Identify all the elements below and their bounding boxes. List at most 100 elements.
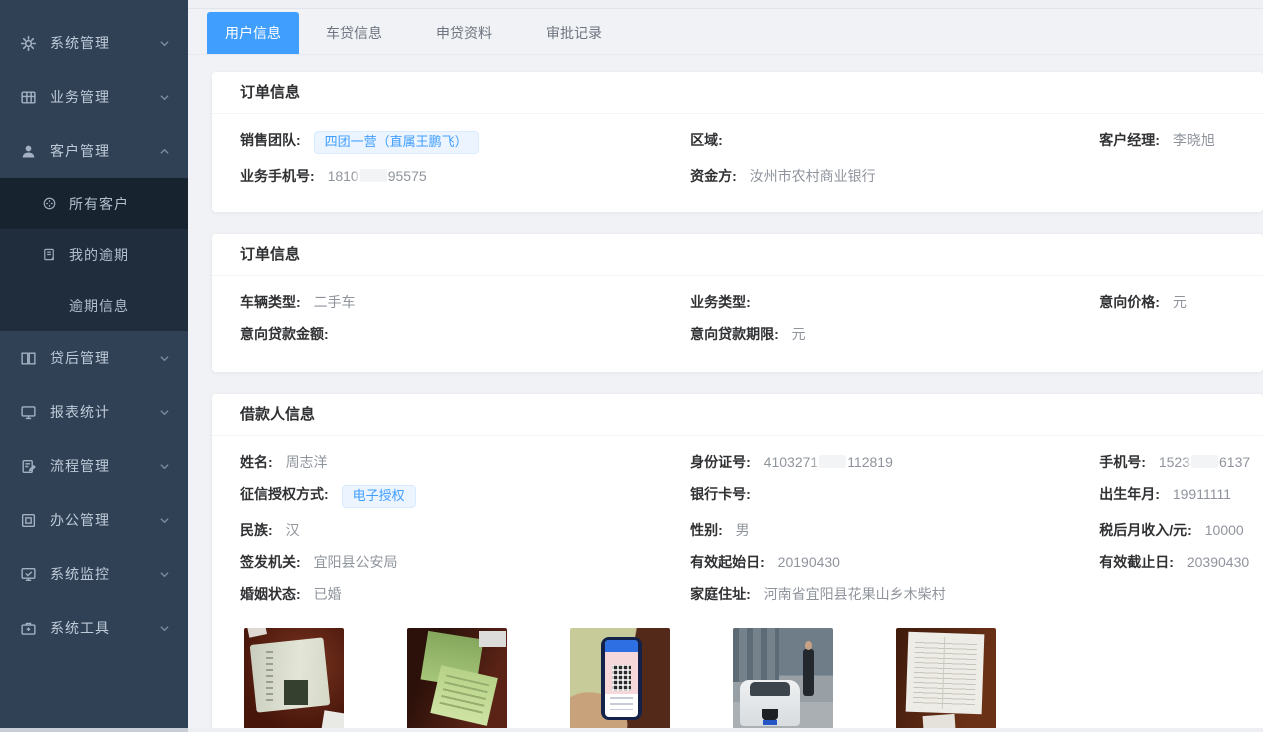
sidebar-item-label: 系统管理 xyxy=(50,33,159,53)
photo-phone-qr-code[interactable] xyxy=(570,628,670,731)
chevron-down-icon xyxy=(159,353,170,364)
chevron-down-icon xyxy=(159,623,170,634)
tab-loan-application-docs[interactable]: 申贷资料 xyxy=(409,12,519,54)
chevron-down-icon xyxy=(159,515,170,526)
field-valid-to: 有效截止日: 20390430 xyxy=(1099,546,1263,578)
field-label: 性别: xyxy=(690,522,723,538)
sidebar-item-label: 我的逾期 xyxy=(69,245,129,265)
field-label: 出生年月: xyxy=(1099,486,1160,502)
field-fund-provider: 资金方: 汝州市农村商业银行 xyxy=(690,160,1099,192)
clipboard-icon xyxy=(20,458,37,475)
field-value: 10000 xyxy=(1205,522,1244,538)
field-sales-team: 销售团队: 四团一营（直属王鹏飞） xyxy=(240,124,690,160)
sidebar-item-business-mgmt[interactable]: 业务管理 xyxy=(0,70,188,124)
sidebar-item-system-tools[interactable]: 系统工具 xyxy=(0,601,188,655)
card-title: 订单信息 xyxy=(212,72,1263,114)
field-business-phone: 业务手机号: 181095575 xyxy=(240,160,690,192)
photo-person-with-car[interactable] xyxy=(733,628,833,731)
field-label: 业务类型: xyxy=(690,294,751,310)
chevron-down-icon xyxy=(159,407,170,418)
sidebar-item-postloan-mgmt[interactable]: 贷后管理 xyxy=(0,331,188,385)
field-id-number: 身份证号: 4103271112819 xyxy=(690,446,1099,478)
compass-icon xyxy=(42,196,57,211)
redaction-blur xyxy=(819,455,846,468)
chevron-down-icon xyxy=(159,569,170,580)
chevron-down-icon xyxy=(159,461,170,472)
top-strip xyxy=(188,0,1263,9)
field-birth-date: 出生年月: 19911111 xyxy=(1099,478,1263,514)
field-label: 销售团队: xyxy=(240,132,301,148)
notebook-icon xyxy=(42,247,57,262)
field-region: 区域: xyxy=(690,124,1099,160)
sales-team-tag: 四团一营（直属王鹏飞） xyxy=(314,131,479,154)
field-value: 周志洋 xyxy=(286,454,328,470)
sidebar-item-all-customers[interactable]: 所有客户 xyxy=(0,178,188,229)
sidebar-submenu: 所有客户 我的逾期 逾期信息 xyxy=(0,178,188,331)
field-label: 区域: xyxy=(690,132,723,148)
toolbox-icon xyxy=(20,620,37,637)
field-value: 181095575 xyxy=(328,168,427,184)
sidebar-item-customer-mgmt[interactable]: 客户管理 xyxy=(0,124,188,178)
sidebar-item-label: 客户管理 xyxy=(50,141,159,161)
field-label: 婚姻状态: xyxy=(240,586,301,602)
field-name: 姓名: 周志洋 xyxy=(240,446,690,478)
field-home-address: 家庭住址: 河南省宜阳县花果山乡木柴村 xyxy=(690,578,1099,610)
field-value: 元 xyxy=(792,326,806,342)
tab-user-info[interactable]: 用户信息 xyxy=(207,12,299,54)
field-value: 元 xyxy=(1173,294,1187,310)
tab-bar: 用户信息 车贷信息 申贷资料 审批记录 xyxy=(188,12,1263,55)
field-bank-card: 银行卡号: xyxy=(690,478,1099,514)
field-value: 20390430 xyxy=(1187,554,1249,570)
sidebar-item-office-mgmt[interactable]: 办公管理 xyxy=(0,493,188,547)
order-info-card-2: 订单信息 车辆类型: 二手车 业务类型: 意向价格: 元 意向贷款金额: xyxy=(212,234,1263,372)
field-label: 姓名: xyxy=(240,454,273,470)
photo-id-card[interactable] xyxy=(244,628,344,731)
field-label: 有效截止日: xyxy=(1099,554,1174,570)
sidebar-item-system-mgmt[interactable]: 系统管理 xyxy=(0,16,188,70)
sidebar-item-process-mgmt[interactable]: 流程管理 xyxy=(0,439,188,493)
card-title: 借款人信息 xyxy=(212,394,1263,436)
field-label: 手机号: xyxy=(1099,454,1146,470)
field-vehicle-type: 车辆类型: 二手车 xyxy=(240,286,690,318)
photo-paper-document[interactable] xyxy=(896,628,996,731)
sidebar-item-system-monitor[interactable]: 系统监控 xyxy=(0,547,188,601)
field-label: 签发机关: xyxy=(240,554,301,570)
credit-auth-tag: 电子授权 xyxy=(342,485,416,508)
field-label: 征信授权方式: xyxy=(240,486,329,502)
sidebar-item-report-stats[interactable]: 报表统计 xyxy=(0,385,188,439)
field-value: 汝州市农村商业银行 xyxy=(750,168,876,184)
tab-car-loan-info[interactable]: 车贷信息 xyxy=(299,12,409,54)
field-label: 民族: xyxy=(240,522,273,538)
field-label: 资金方: xyxy=(690,168,737,184)
sidebar-item-label: 所有客户 xyxy=(69,194,129,214)
photo-bank-passbook[interactable] xyxy=(407,628,507,731)
field-value: 已婚 xyxy=(314,586,342,602)
field-account-manager: 客户经理: 李晓旭 xyxy=(1099,124,1263,160)
field-intent-loan-term: 意向贷款期限: 元 xyxy=(690,318,1099,350)
box-icon xyxy=(20,512,37,529)
field-label: 意向价格: xyxy=(1099,294,1160,310)
open-book-icon xyxy=(20,350,37,367)
redaction-blur xyxy=(1191,455,1218,468)
tab-approval-records[interactable]: 审批记录 xyxy=(519,12,629,54)
monitor-check-icon xyxy=(20,566,37,583)
redaction-blur xyxy=(360,169,387,182)
field-credit-auth-method: 征信授权方式: 电子授权 xyxy=(240,478,690,514)
sidebar-item-my-overdue[interactable]: 我的逾期 xyxy=(0,229,188,280)
sidebar-item-label: 贷后管理 xyxy=(50,348,159,368)
sidebar-item-label: 系统工具 xyxy=(50,618,159,638)
app-root: 系统管理 业务管理 客户管理 所有客户 我的逾期 逾期信息 xyxy=(0,0,1263,732)
sidebar-item-overdue-info[interactable]: 逾期信息 xyxy=(0,280,188,331)
field-label: 车辆类型: xyxy=(240,294,301,310)
field-business-type: 业务类型: xyxy=(690,286,1099,318)
field-label: 客户经理: xyxy=(1099,132,1160,148)
field-monthly-income: 税后月收入/元: 10000 xyxy=(1099,514,1263,546)
field-intent-loan-amount: 意向贷款金额: xyxy=(240,318,690,350)
sidebar-item-label: 系统监控 xyxy=(50,564,159,584)
sidebar-item-label: 逾期信息 xyxy=(69,296,129,316)
field-value: 4103271112819 xyxy=(764,454,893,470)
sidebar-item-label: 业务管理 xyxy=(50,87,159,107)
chevron-down-icon xyxy=(159,38,170,49)
sidebar-item-label: 报表统计 xyxy=(50,402,159,422)
field-value: 15236137 xyxy=(1159,454,1250,470)
